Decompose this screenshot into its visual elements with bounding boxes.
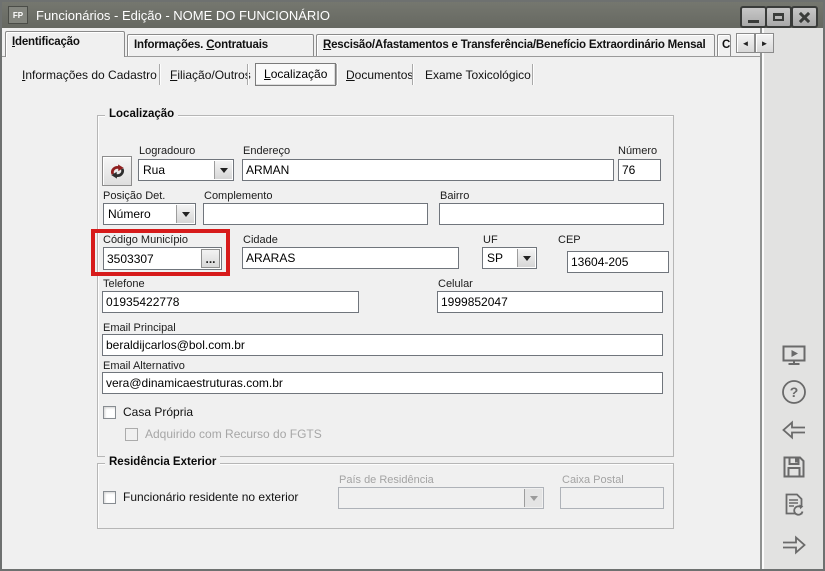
localizacao-group-label: Localização: [105, 108, 179, 120]
residente-exterior-checkbox[interactable]: [103, 491, 116, 504]
subtab-separator: [412, 64, 413, 85]
help-button[interactable]: ?: [779, 377, 809, 407]
residente-exterior-label: Funcionário residente no exterior: [123, 490, 299, 504]
tab-clipped[interactable]: C: [717, 34, 731, 56]
codigo-municipio-label: Código Município: [103, 234, 188, 246]
window-title: Funcionários - Edição - NOME DO FUNCIONÁ…: [36, 7, 331, 23]
fgts-checkbox: [125, 428, 138, 441]
complemento-input[interactable]: [203, 203, 428, 225]
side-toolbar: ?: [764, 28, 823, 569]
pais-residencia-combobox: [338, 487, 544, 509]
endereco-input[interactable]: [242, 159, 614, 181]
uf-combobox[interactable]: SP: [482, 247, 537, 269]
back-button[interactable]: [779, 415, 809, 445]
endereco-label: Endereço: [243, 145, 291, 157]
tab-scroll-left-button[interactable]: ◄: [736, 33, 755, 53]
subtab-filiacao-outros[interactable]: Filiação/Outros: [170, 68, 251, 82]
fgts-label: Adquirido com Recurso do FGTS: [145, 427, 322, 441]
pais-residencia-label: País de Residência: [339, 474, 434, 486]
app-icon: FP: [8, 6, 28, 24]
telefone-label: Telefone: [103, 278, 145, 290]
cidade-label: Cidade: [243, 234, 278, 246]
maximize-icon: [773, 13, 784, 21]
cidade-input[interactable]: [242, 247, 459, 269]
sync-arrows-icon: [110, 163, 124, 179]
minimize-button[interactable]: [740, 6, 767, 28]
help-icon: ?: [782, 380, 806, 404]
bairro-label: Bairro: [440, 190, 470, 202]
email-alternativo-input[interactable]: [102, 372, 663, 394]
subtab-separator: [159, 64, 160, 85]
telefone-input[interactable]: [102, 291, 359, 313]
email-principal-input[interactable]: [102, 334, 663, 356]
video-player-icon: [782, 345, 806, 365]
save-button[interactable]: [779, 452, 809, 482]
tab-scroll-right-button[interactable]: ►: [755, 33, 774, 53]
back-arrow-icon: [782, 420, 805, 440]
uf-value: SP: [487, 251, 504, 265]
panel-divider: [760, 28, 762, 569]
subtab-exame-toxicologico[interactable]: Exame Toxicológico: [425, 68, 531, 82]
chevron-down-icon[interactable]: [214, 161, 232, 179]
email-principal-label: Email Principal: [103, 322, 176, 334]
caixa-postal-label: Caixa Postal: [562, 474, 624, 486]
bairro-input[interactable]: [439, 203, 664, 225]
logradouro-value: Rua: [143, 163, 166, 177]
document-refresh-button[interactable]: [779, 490, 809, 520]
logradouro-combobox[interactable]: Rua: [138, 159, 234, 181]
logradouro-label: Logradouro: [139, 145, 196, 157]
close-button[interactable]: [791, 6, 818, 28]
app-window: FP Funcionários - Edição - NOME DO FUNCI…: [0, 0, 825, 571]
codigo-municipio-lookup-button[interactable]: ...: [201, 249, 220, 268]
minimize-icon: [748, 19, 759, 23]
casa-propria-checkbox[interactable]: [103, 406, 116, 419]
video-player-button[interactable]: [779, 340, 809, 370]
chevron-down-icon[interactable]: [176, 205, 194, 223]
residencia-exterior-group-label: Residência Exterior: [105, 456, 221, 468]
maximize-button[interactable]: [765, 6, 792, 28]
numero-input[interactable]: [618, 159, 661, 181]
tab-rescisao-afastamentos[interactable]: Rescisão/Afastamentos e Transferência/Be…: [316, 34, 715, 56]
subtab-documentos[interactable]: Documentos: [346, 68, 413, 82]
subtab-separator: [247, 64, 248, 85]
tab-scroll-right-icon: ►: [760, 38, 769, 48]
tab-scroll-left-icon: ◄: [741, 38, 750, 48]
chevron-down-icon[interactable]: [517, 249, 535, 267]
cep-label: CEP: [558, 234, 581, 246]
casa-propria-label: Casa Própria: [123, 405, 194, 419]
svg-text:?: ?: [790, 384, 799, 400]
subtab-informacoes-do-cadastro[interactable]: Informações do Cadastro: [22, 68, 157, 82]
document-refresh-icon: [785, 493, 804, 516]
posicao-det-value: Número: [108, 207, 151, 221]
tab-informacoes-contratuais[interactable]: Informações. Contratuais: [127, 34, 314, 56]
caixa-postal-input: [560, 487, 664, 509]
address-lookup-button[interactable]: [102, 156, 132, 186]
chevron-down-icon: [524, 489, 542, 507]
posicao-det-combobox[interactable]: Número: [103, 203, 196, 225]
numero-label: Número: [618, 145, 658, 157]
cep-input[interactable]: [567, 251, 669, 273]
complemento-label: Complemento: [204, 190, 273, 202]
title-bar: FP Funcionários - Edição - NOME DO FUNCI…: [2, 2, 823, 28]
subtab-localizacao[interactable]: Localização: [255, 63, 337, 86]
subtab-separator: [532, 64, 533, 85]
celular-label: Celular: [438, 278, 473, 290]
forward-button[interactable]: [779, 530, 809, 560]
posicao-det-label: Posição Det.: [103, 190, 166, 202]
uf-label: UF: [483, 234, 498, 246]
email-alternativo-label: Email Alternativo: [103, 360, 185, 372]
forward-arrow-icon: [783, 535, 806, 555]
save-icon: [783, 456, 805, 478]
tab-identificacao[interactable]: Identificação: [5, 31, 125, 57]
celular-input[interactable]: [437, 291, 663, 313]
